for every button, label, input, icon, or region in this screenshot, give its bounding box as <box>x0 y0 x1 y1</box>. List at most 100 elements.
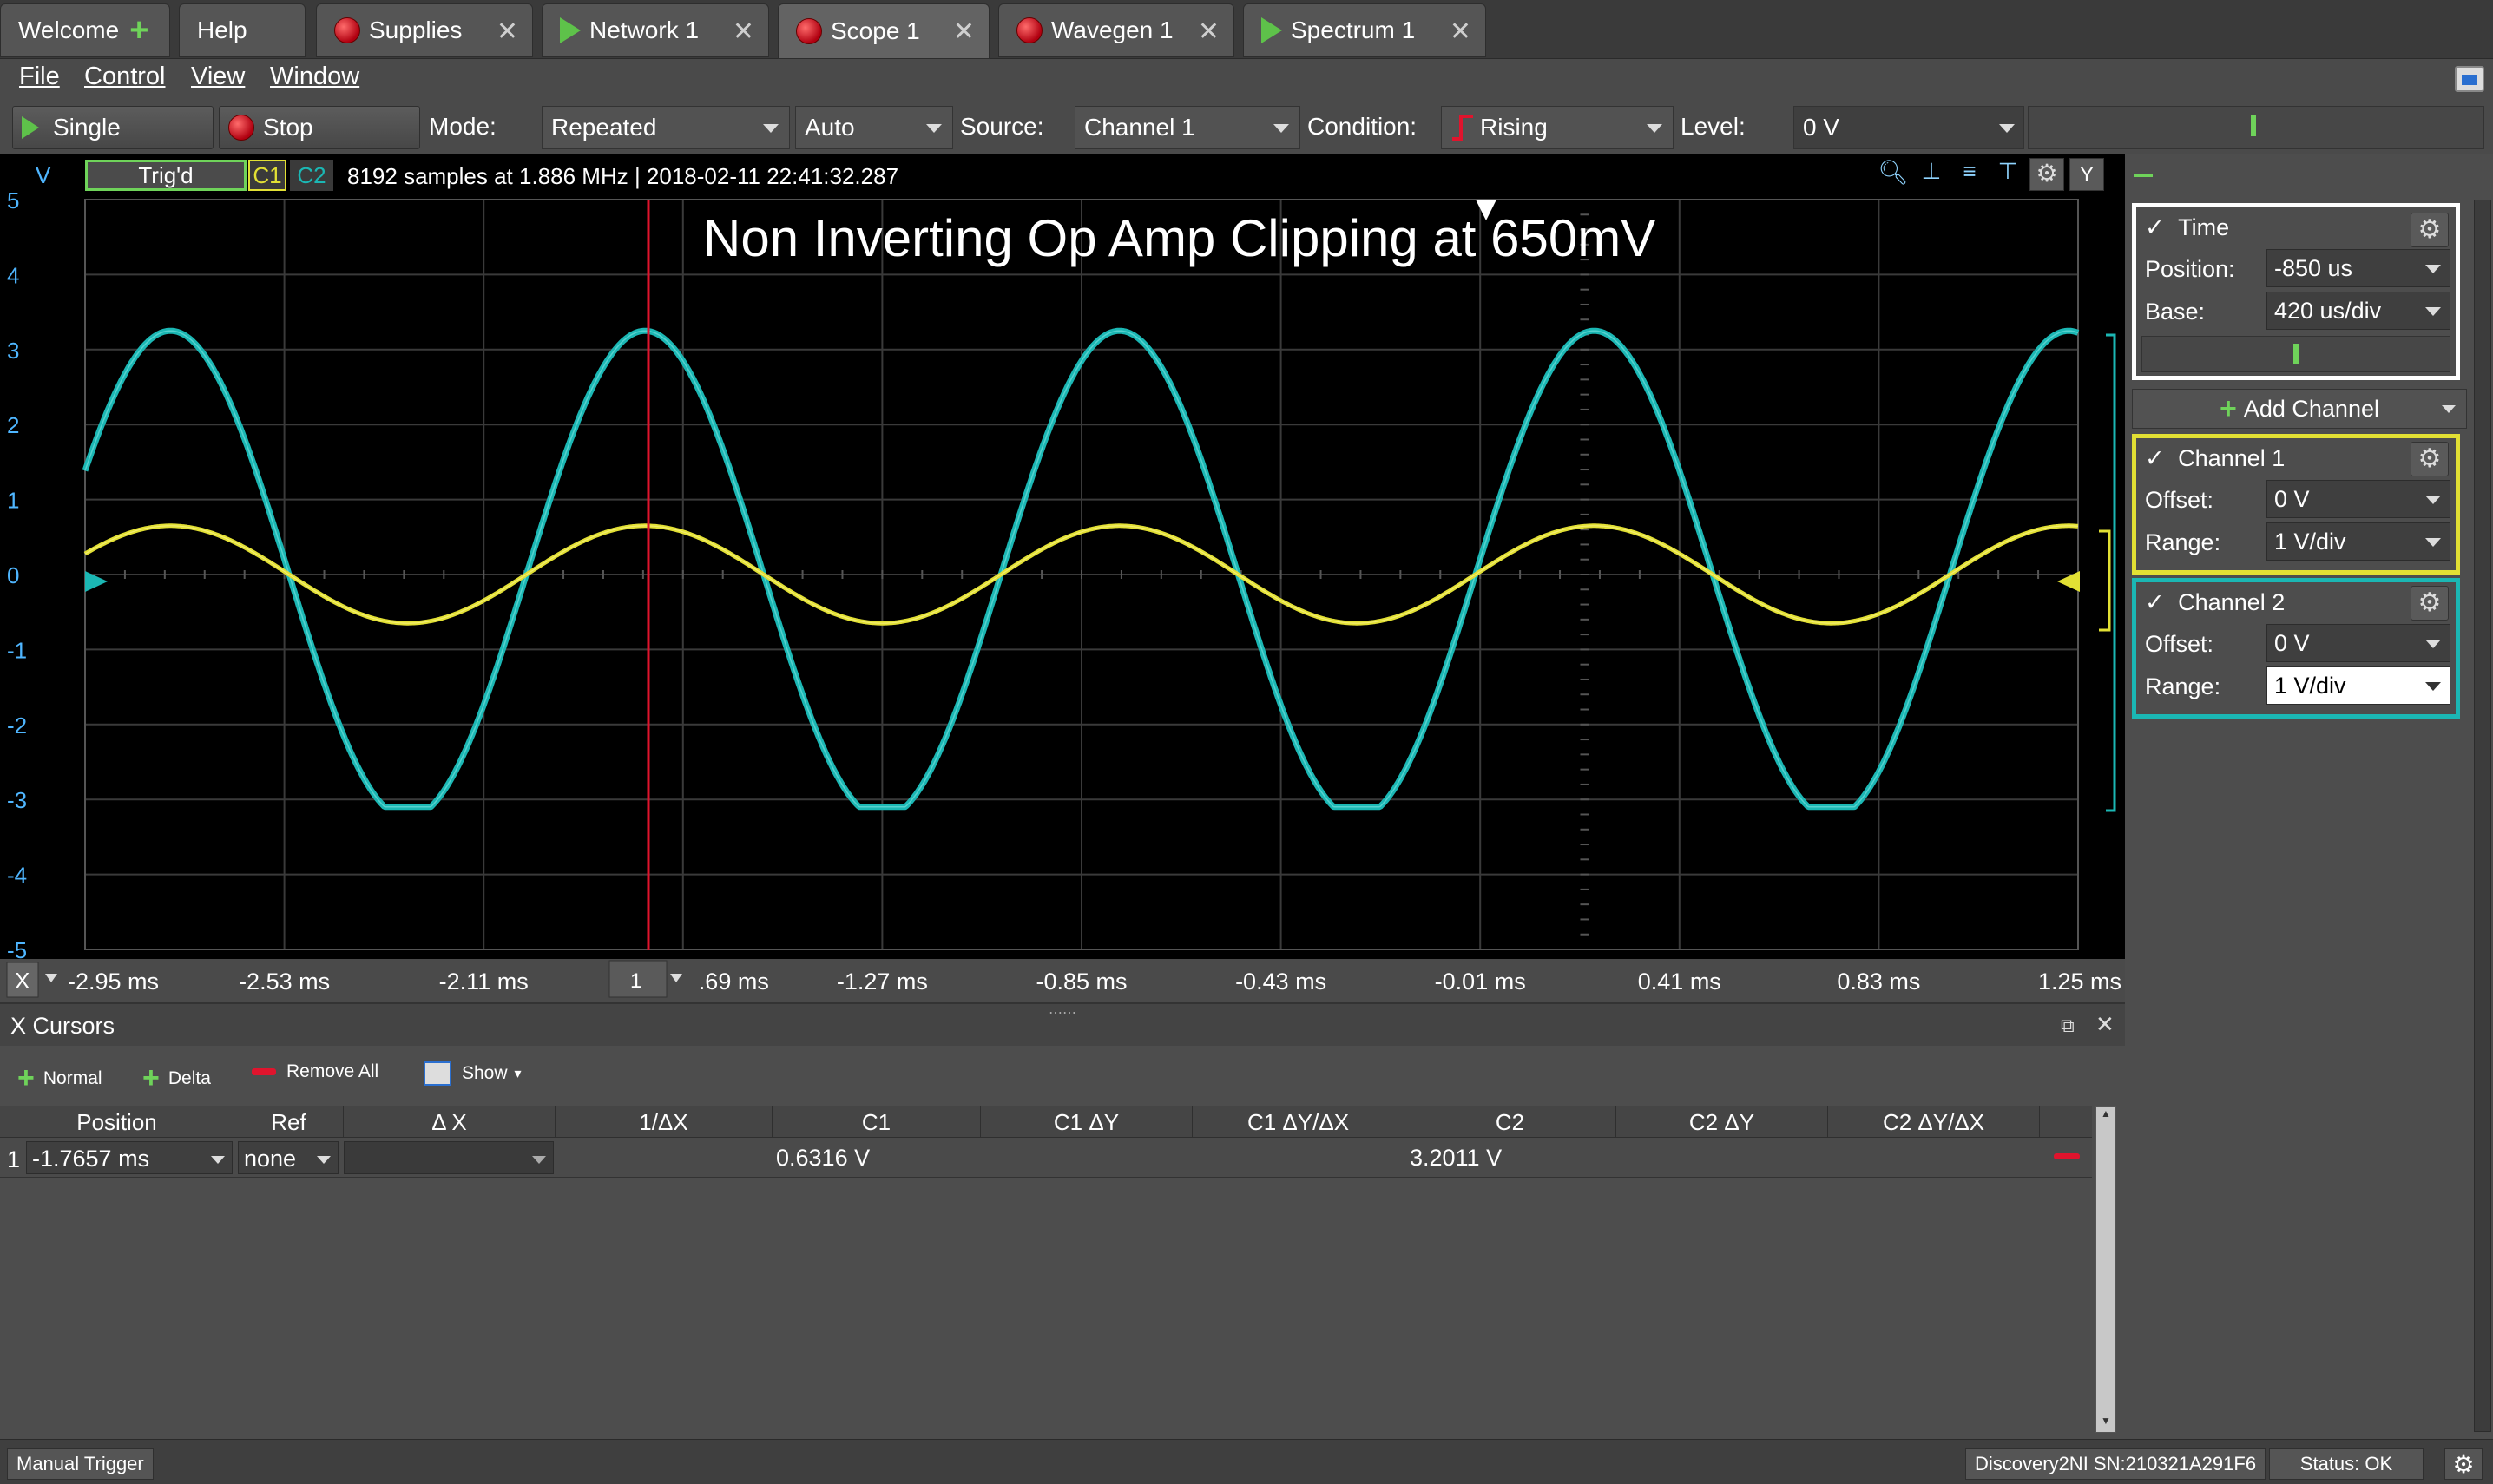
col-ref[interactable]: Ref <box>234 1106 344 1138</box>
col-inv-dx[interactable]: 1/ΔX <box>556 1106 773 1138</box>
chevron-down-icon <box>2425 265 2441 273</box>
col-dx[interactable]: Δ X <box>344 1106 556 1138</box>
condition-select[interactable]: Rising <box>1441 106 1674 149</box>
x-tick-label: .69 ms <box>699 969 769 995</box>
slider-handle[interactable] <box>2293 344 2299 364</box>
acquisition-info: 8192 samples at 1.886 MHz | 2018-02-11 2… <box>347 163 899 189</box>
col-c1[interactable]: C1 <box>773 1106 981 1138</box>
check-icon[interactable]: ✓ <box>2145 214 2165 240</box>
show-button[interactable]: Show ▾ <box>424 1061 522 1086</box>
position-input[interactable]: -850 us <box>2266 249 2450 287</box>
gear-icon[interactable]: ⚙ <box>2411 586 2449 621</box>
menu-view[interactable]: View <box>191 62 245 91</box>
normal-label: Normal <box>43 1067 102 1088</box>
y-tick-label: -3 <box>7 787 27 813</box>
y-tick-label: 5 <box>7 187 19 213</box>
gear-icon[interactable]: ⚙ <box>2411 442 2449 476</box>
ch1-range-input[interactable]: 1 V/div <box>2266 522 2450 561</box>
auto-select[interactable]: Auto <box>795 106 953 149</box>
channel-2-title: Channel 2 <box>2178 589 2286 615</box>
drag-handle[interactable]: ⋯⋯ <box>1049 1004 1076 1021</box>
chevron-down-icon <box>211 1156 225 1164</box>
collapse-icon[interactable] <box>2134 174 2153 177</box>
cursor-position-input[interactable]: -1.7657 ms <box>26 1141 233 1174</box>
chevron-down-icon <box>926 124 942 133</box>
col-c2-dy[interactable]: C2 ΔY <box>1616 1106 1828 1138</box>
offset-value: 0 V <box>2274 486 2310 512</box>
remove-all-button[interactable]: Remove All <box>252 1061 378 1082</box>
mode-select[interactable]: Repeated <box>542 106 790 149</box>
close-icon[interactable]: ✕ <box>953 16 975 47</box>
close-icon[interactable]: ✕ <box>497 16 518 47</box>
col-c1-dy[interactable]: C1 ΔY <box>981 1106 1193 1138</box>
gear-icon[interactable]: ⚙ <box>2411 213 2449 247</box>
gear-icon[interactable]: ⚙ <box>2029 158 2064 191</box>
add-channel-label: Add Channel <box>2243 395 2379 422</box>
stop-button[interactable]: Stop <box>219 106 420 149</box>
time-slider[interactable] <box>2141 336 2450 372</box>
ch2-offset-input[interactable]: 0 V <box>2266 624 2450 662</box>
scope-plot[interactable]: 5 4 3 2 1 0 -1 -2 -3 -4 -5 V Non Inverting Op Amp … <box>0 154 2125 1002</box>
ref-select[interactable]: none <box>238 1141 339 1174</box>
scroll-down-icon[interactable]: ▼ <box>2096 1415 2115 1432</box>
tab-scope[interactable]: Scope 1 ✕ <box>778 3 990 59</box>
check-icon[interactable]: ✓ <box>2145 589 2165 615</box>
manual-trigger-button[interactable]: Manual Trigger <box>7 1448 154 1480</box>
trigger-level-slider[interactable] <box>2028 106 2484 149</box>
col-c1-dydx[interactable]: C1 ΔY/ΔX <box>1193 1106 1404 1138</box>
plot-title: Non Inverting Op Amp Clipping at 650mV <box>703 209 1655 267</box>
y-axis-button[interactable]: Y <box>2069 158 2104 191</box>
delta-button[interactable]: + Delta <box>142 1061 211 1095</box>
zoom-icon[interactable]: 🔍︎ <box>1877 158 1910 191</box>
tab-network[interactable]: Network 1 ✕ <box>542 3 769 57</box>
menu-window[interactable]: Window <box>270 62 359 91</box>
c2-tag[interactable]: C2 <box>290 160 333 191</box>
col-c2-dydx[interactable]: C2 ΔY/ΔX <box>1828 1106 2040 1138</box>
col-position[interactable]: Position <box>0 1106 234 1138</box>
align-top-icon[interactable]: ⊤ <box>1991 158 2024 191</box>
x-tick-label: -2.11 ms <box>439 969 529 995</box>
close-icon[interactable]: ✕ <box>1450 16 1471 47</box>
align-bottom-icon[interactable]: ⊥ <box>1915 158 1948 191</box>
tab-supplies[interactable]: Supplies ✕ <box>316 3 533 57</box>
menu-file[interactable]: File <box>19 62 60 91</box>
single-button[interactable]: Single <box>12 106 214 149</box>
level-input[interactable]: 0 V <box>1793 106 2024 149</box>
base-input[interactable]: 420 us/div <box>2266 292 2450 330</box>
close-icon[interactable]: ✕ <box>2095 1011 2115 1038</box>
check-icon[interactable]: ✓ <box>2145 445 2165 471</box>
zoom-value: 1 <box>630 969 641 993</box>
menu-control[interactable]: Control <box>84 62 166 91</box>
tab-bar: Welcome + Help Supplies ✕ Network 1 ✕ Sc… <box>0 0 2493 59</box>
table-scrollbar[interactable]: ▲ ▼ <box>2095 1106 2116 1433</box>
add-channel-button[interactable]: + Add Channel <box>2132 389 2467 429</box>
dx-select[interactable] <box>344 1141 554 1174</box>
source-select[interactable]: Channel 1 <box>1075 106 1300 149</box>
close-icon[interactable]: ✕ <box>733 16 754 47</box>
ch2-range-input[interactable]: 1 V/div <box>2266 666 2450 705</box>
float-icon[interactable]: ⧉ <box>2061 1015 2075 1037</box>
c1-tag[interactable]: C1 <box>248 160 286 191</box>
device-status[interactable]: Discovery2NI SN:210321A291F6 <box>1965 1448 2266 1480</box>
remove-cursor-icon[interactable] <box>2054 1153 2080 1159</box>
tab-spectrum[interactable]: Spectrum 1 ✕ <box>1243 3 1486 57</box>
ch1-offset-input[interactable]: 0 V <box>2266 480 2450 518</box>
source-label: Source: <box>960 113 1044 140</box>
cursor-toolbar: + Normal + Delta Remove All Show ▾ <box>0 1051 2125 1103</box>
tab-help[interactable]: Help <box>179 3 306 57</box>
gear-icon[interactable]: ⚙ <box>2444 1448 2483 1480</box>
plot-canvas[interactable]: 543210-1-2-3-4-5 V Non Inverting Op Amp … <box>0 154 2125 1002</box>
play-icon <box>560 17 581 43</box>
tab-welcome[interactable]: Welcome + <box>0 3 170 57</box>
panel-scrollbar[interactable] <box>2474 200 2491 1432</box>
normal-button[interactable]: + Normal <box>17 1061 102 1095</box>
tab-wavegen[interactable]: Wavegen 1 ✕ <box>998 3 1234 57</box>
col-c2[interactable]: C2 <box>1404 1106 1616 1138</box>
align-middle-icon[interactable]: ≡ <box>1953 158 1986 191</box>
slider-handle[interactable] <box>2251 115 2256 136</box>
table-row[interactable]: 1 -1.7657 ms none 0.6316 V 3.2011 V <box>0 1138 2092 1178</box>
close-icon[interactable]: ✕ <box>1198 16 1220 47</box>
window-restore-icon[interactable] <box>2455 66 2484 92</box>
scroll-up-icon[interactable]: ▲ <box>2096 1107 2115 1125</box>
level-label: Level: <box>1681 113 1746 140</box>
